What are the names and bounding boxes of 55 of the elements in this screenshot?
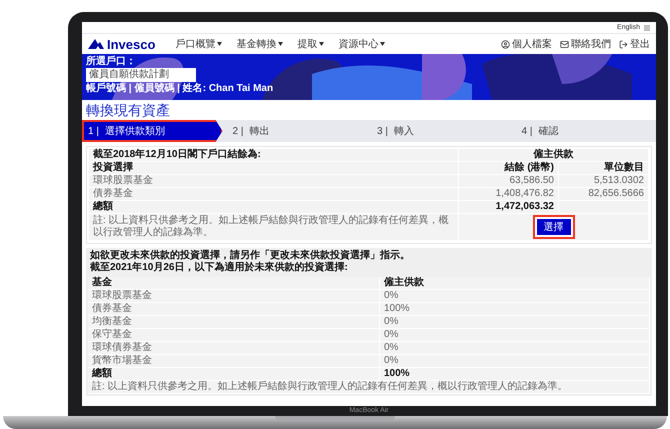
table-cell: 0% xyxy=(380,328,650,342)
nav-menu-item[interactable]: 提取 xyxy=(297,37,324,51)
caret-icon xyxy=(217,42,222,46)
info-text: 如欲更改未來供款的投資選擇，請另作「更改未來供款投資選擇」指示。 xyxy=(88,250,411,261)
table-cell: 保守基金 xyxy=(88,328,380,342)
table-cell: 0% xyxy=(380,354,650,368)
caret-icon xyxy=(319,42,324,46)
nav-action-link[interactable]: 登出 xyxy=(619,37,650,51)
table-cell: 63,586.50 xyxy=(458,174,558,188)
logout-icon xyxy=(619,40,628,48)
table-caption: 截至2018年12月10日閣下戶口結餘為: xyxy=(89,149,458,162)
table-cell: 貨幣市場基金 xyxy=(88,354,380,368)
table-cell: 100% xyxy=(380,302,650,316)
table-cell: 0% xyxy=(380,290,650,302)
table-cell: 債券基金 xyxy=(88,302,380,316)
note-text: 註: 以上資料只供參考之用。如上述帳戶結餘與行政管理人的記錄有任何差異，概以行政管理人的記錄為準。 xyxy=(89,214,458,240)
table-cell: 82,656.5666 xyxy=(558,188,648,200)
progress-step: 1 | 選擇供款類別 xyxy=(82,120,222,142)
table-cell: 0% xyxy=(380,342,650,354)
total-value: 1,472,063.32 xyxy=(458,200,558,214)
nav-action-link[interactable]: 個人檔案 xyxy=(501,37,552,51)
column-header: 投資選擇 xyxy=(89,162,458,174)
column-header: 結餘 (港幣) xyxy=(458,162,558,174)
mountain-logo-icon xyxy=(88,39,104,49)
column-header: 單位數目 xyxy=(558,162,648,174)
table-cell: 0% xyxy=(380,316,650,328)
column-header: 僱主供款 xyxy=(380,277,650,290)
select-button[interactable]: 選擇 xyxy=(532,215,574,239)
user-circle-icon xyxy=(501,40,510,48)
total-label: 總額 xyxy=(89,200,458,214)
account-label: 所選戶口： xyxy=(86,56,137,67)
page-title: 轉換現有資產 xyxy=(86,102,171,119)
account-info: 帳戶號碼 | 僱員號碼 | 姓名: Chan Tai Man xyxy=(86,83,274,94)
brand-name: Invesco xyxy=(107,36,156,52)
nav-menu-item[interactable]: 資源中心 xyxy=(338,37,386,51)
caret-icon xyxy=(278,42,284,46)
account-select-field[interactable]: 僱員自願供款計劃 xyxy=(86,68,196,82)
table-cell: 環球股票基金 xyxy=(89,174,458,188)
table-cell: 環球股票基金 xyxy=(88,290,380,302)
total-label: 總額 xyxy=(88,368,380,380)
table-cell: 均衡基金 xyxy=(88,316,380,328)
caret-icon xyxy=(380,42,386,46)
table-cell: 1,408,476.82 xyxy=(458,188,558,200)
table-group-header: 僱主供款 xyxy=(458,149,648,162)
total-value: 100% xyxy=(380,368,650,380)
note-text: 註: 以上資料只供參考之用。如上述帳戶結餘與行政管理人的記錄有任何差異，概以行政管理人的記錄為準。 xyxy=(88,380,650,394)
table-cell: 環球債券基金 xyxy=(88,342,380,354)
nav-menu-item[interactable]: 戶口概覽 xyxy=(175,37,222,51)
nav-action-link[interactable]: 聯絡我們 xyxy=(560,37,611,51)
table-cell: 5,513.0302 xyxy=(558,174,648,188)
nav-menu-item[interactable]: 基金轉換 xyxy=(236,37,284,51)
info-text: 截至2021年10月26日，以下為適用於未來供款的投資選擇: xyxy=(89,262,349,274)
mail-icon xyxy=(560,40,569,48)
table-cell: 債券基金 xyxy=(89,188,458,200)
column-header: 基金 xyxy=(88,277,380,290)
